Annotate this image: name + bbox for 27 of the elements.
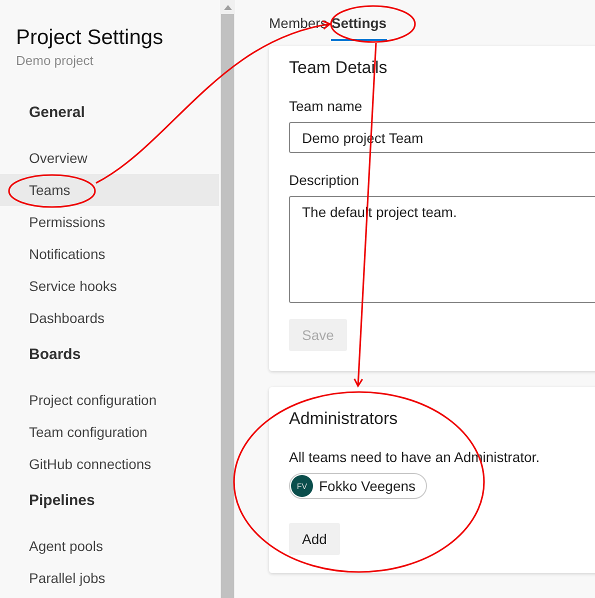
sidebar-item[interactable]: Teams	[0, 174, 219, 206]
scroll-up-icon[interactable]	[224, 5, 232, 10]
sidebar-item[interactable]: Permissions	[0, 206, 219, 238]
project-name: Demo project	[15, 53, 94, 68]
section-heading: Boards	[28, 346, 82, 365]
tab[interactable]: Settings	[331, 15, 387, 41]
sidebar-item[interactable]: Parallel jobs	[0, 562, 219, 594]
sidebar-item[interactable]: Service hooks	[0, 270, 219, 302]
member-chip[interactable]: FV Fokko Veegens	[289, 473, 427, 499]
sidebar-title: Project Settings	[15, 26, 164, 50]
sidebar-item[interactable]: Team configuration	[0, 416, 219, 448]
field-label: Team name	[289, 98, 362, 114]
sidebar-item[interactable]: Agent pools	[0, 530, 219, 562]
scrollbar[interactable]	[220, 0, 235, 598]
section-heading: Pipelines	[28, 492, 96, 511]
add-button[interactable]: Add	[289, 523, 340, 555]
card-title: Administrators	[289, 409, 398, 429]
member-name: Fokko Veegens	[319, 478, 416, 494]
sidebar-item[interactable]: Notifications	[0, 238, 219, 270]
sidebar-item[interactable]: Overview	[0, 142, 219, 174]
avatar-initials: FV	[291, 475, 313, 497]
field-label: Description	[289, 172, 360, 188]
section-heading: General	[28, 104, 86, 123]
sidebar-item[interactable]: Project configuration	[0, 384, 219, 416]
scrollbar-thumb[interactable]	[221, 14, 234, 598]
sidebar-item[interactable]: Dashboards	[0, 302, 219, 334]
sidebar-item[interactable]: GitHub connections	[0, 448, 219, 480]
